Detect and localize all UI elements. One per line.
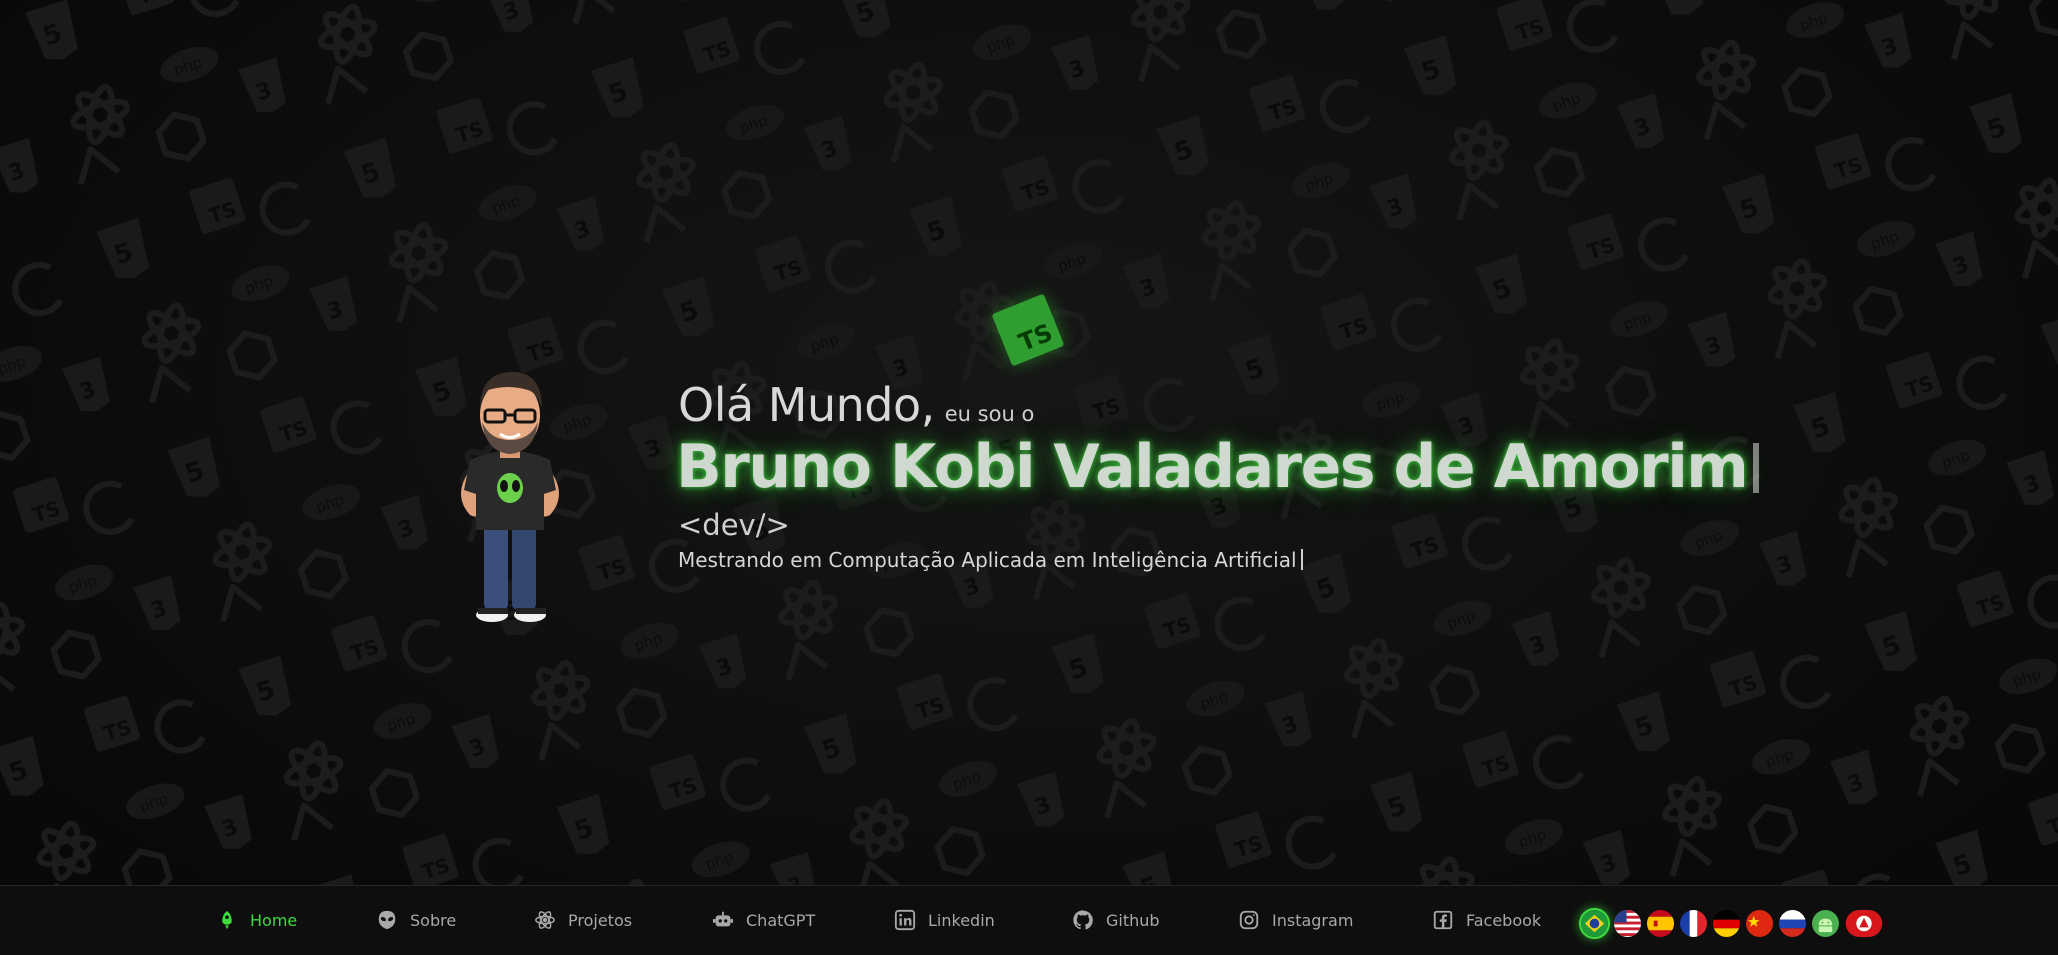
- language-option-fr[interactable]: [1680, 910, 1707, 937]
- nav-item-github[interactable]: Github: [1072, 904, 1160, 936]
- hero-section: TS Olá Mundo, eu sou o Bruno Kobi Valada…: [0, 0, 2058, 885]
- hero-subtitle-text: Mestrando em Computação Aplicada em Inte…: [678, 548, 1297, 572]
- nav-item-linkedin[interactable]: Linkedin: [894, 904, 995, 936]
- france-flag-icon: [1680, 910, 1707, 937]
- subtitle-cursor: [1300, 549, 1303, 570]
- nav-label-facebook: Facebook: [1466, 910, 1542, 930]
- typescript-badge-icon: TS: [991, 293, 1065, 367]
- hero-name: Bruno Kobi Valadares de Amorim: [676, 432, 1760, 502]
- nav-label-linkedin: Linkedin: [928, 910, 995, 930]
- nav-item-home[interactable]: Home: [216, 904, 297, 936]
- usa-flag-icon: [1614, 910, 1641, 937]
- robot-icon: [712, 911, 734, 927]
- language-option-de[interactable]: [1713, 910, 1740, 937]
- page: 5 TS php: [0, 0, 2058, 955]
- atom-icon: [535, 911, 555, 929]
- hero-subtitle: Mestrando em Computação Aplicada em Inte…: [678, 548, 1303, 572]
- portfolio-logo-icon: [1845, 910, 1883, 937]
- nav-label-sobre: Sobre: [410, 910, 457, 930]
- hero-name-text: Bruno Kobi Valadares de Amorim: [676, 432, 1749, 502]
- typescript-badge-label: TS: [1014, 318, 1057, 357]
- greeting-text: Olá Mundo,: [678, 378, 935, 432]
- language-option-android[interactable]: [1812, 910, 1839, 937]
- nav-label-chatgpt: ChatGPT: [746, 910, 816, 930]
- linkedin-icon: [894, 909, 916, 931]
- language-option-pt-br[interactable]: [1581, 910, 1608, 937]
- language-option-extra[interactable]: [1845, 910, 1883, 937]
- language-option-en[interactable]: [1614, 910, 1641, 937]
- github-icon: [1073, 910, 1093, 930]
- language-option-zh[interactable]: [1746, 910, 1773, 937]
- nav-item-chatgpt[interactable]: ChatGPT: [712, 904, 815, 936]
- russia-flag-icon: [1779, 910, 1806, 937]
- brazil-flag-icon: [1581, 910, 1608, 937]
- nav-label-github: Github: [1106, 910, 1160, 930]
- germany-flag-icon: [1713, 910, 1740, 937]
- language-option-ru[interactable]: [1779, 910, 1806, 937]
- alien-icon: [378, 910, 396, 930]
- greeting-line: Olá Mundo, eu sou o: [678, 378, 1034, 432]
- nav-item-facebook[interactable]: Facebook: [1432, 904, 1541, 936]
- nav-item-instagram[interactable]: Instagram: [1238, 904, 1353, 936]
- nav-label-projetos: Projetos: [568, 910, 633, 930]
- avatar: [461, 372, 559, 622]
- typing-cursor: [1753, 443, 1760, 493]
- china-flag-icon: [1746, 910, 1773, 937]
- android-language-icon: [1812, 910, 1839, 937]
- bottom-nav: Home Sobre Projetos ChatGPT Linkedin Git…: [0, 885, 2058, 955]
- nav-label-instagram: Instagram: [1272, 910, 1354, 930]
- intro-text: eu sou o: [944, 402, 1035, 426]
- instagram-icon: [1239, 910, 1259, 930]
- nav-item-projetos[interactable]: Projetos: [534, 904, 632, 936]
- rocket-icon: [222, 910, 232, 930]
- language-selector: [1581, 910, 1883, 938]
- language-option-es[interactable]: [1647, 910, 1674, 937]
- nav-item-sobre[interactable]: Sobre: [376, 904, 456, 936]
- facebook-icon: [1433, 910, 1453, 930]
- nav-label-home: Home: [250, 910, 298, 930]
- dev-tag: <dev/>: [678, 508, 790, 542]
- spain-flag-icon: [1647, 910, 1674, 937]
